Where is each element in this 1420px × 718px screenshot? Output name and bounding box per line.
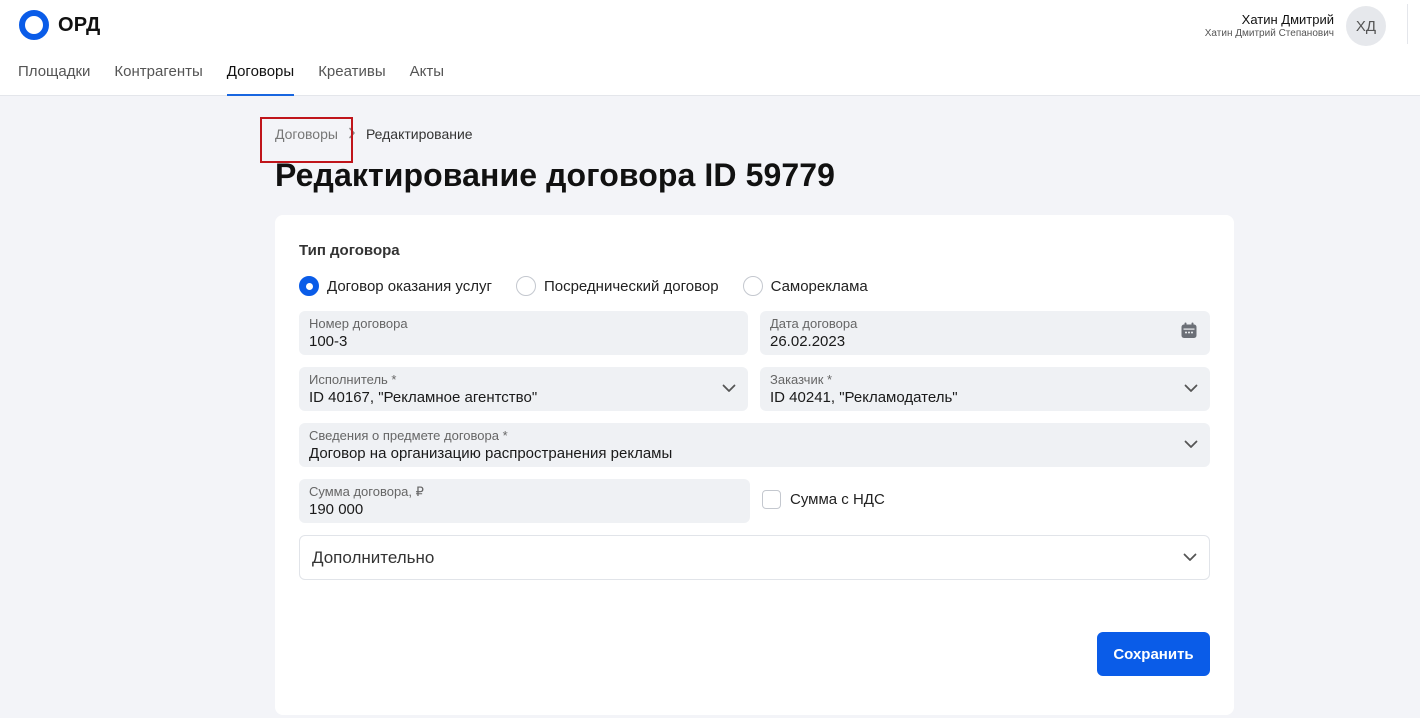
- checkbox-label: Сумма с НДС: [790, 491, 885, 508]
- field-label: Исполнитель *: [309, 372, 397, 387]
- main-nav: Площадки Контрагенты Договоры Креативы А…: [18, 63, 444, 96]
- nav-item-acts[interactable]: Акты: [410, 63, 444, 96]
- vat-checkbox[interactable]: Сумма с НДС: [762, 490, 885, 509]
- logo-text: ОРД: [58, 13, 101, 36]
- contract-form-card: Тип договора Договор оказания услуг Поср…: [275, 215, 1234, 715]
- breadcrumb-current: Редактирование: [365, 126, 473, 142]
- contract-subject-select[interactable]: Сведения о предмете договора * Договор н…: [299, 423, 1210, 467]
- radio-service-contract[interactable]: Договор оказания услуг: [299, 276, 492, 296]
- radio-selected-indicator: [299, 276, 319, 296]
- chevron-down-icon: [722, 380, 736, 398]
- radio-indicator: [742, 276, 763, 296]
- nav-item-contracts[interactable]: Договоры: [226, 63, 295, 96]
- field-label: Сведения о предмете договора *: [309, 428, 508, 443]
- field-value: Договор на организацию распространения р…: [309, 445, 673, 462]
- chevron-down-icon: [1183, 549, 1197, 567]
- top-bar: ОРД Хатин Дмитрий Хатин Дмитрий Степанов…: [0, 0, 1420, 96]
- field-value: 190 000: [309, 501, 364, 518]
- breadcrumb: Договоры Редактирование: [260, 117, 473, 163]
- nav-item-creatives[interactable]: Креативы: [318, 63, 385, 96]
- contract-amount-field[interactable]: Сумма договора, ₽ 190 000: [299, 479, 750, 523]
- radio-agency-contract[interactable]: Посреднический договор: [515, 276, 719, 296]
- page-title: Редактирование договора ID 59779: [275, 157, 836, 193]
- field-value: 100-3: [309, 333, 348, 350]
- contract-type-radio-group: Договор оказания услуг Посреднический до…: [299, 276, 868, 296]
- user-full-name: Хатин Дмитрий Степанович: [1204, 28, 1334, 39]
- additional-section-label: Дополнительно: [312, 547, 435, 567]
- app-logo[interactable]: ОРД: [19, 10, 101, 40]
- user-names: Хатин Дмитрий Хатин Дмитрий Степанович: [1205, 12, 1334, 40]
- field-value: ID 40241, "Рекламодатель": [770, 389, 958, 406]
- radio-label: Договор оказания услуг: [327, 277, 492, 295]
- customer-select[interactable]: Заказчик * ID 40241, "Рекламодатель": [760, 367, 1210, 411]
- field-value: 26.02.2023: [770, 333, 846, 350]
- chevron-down-icon: [1184, 380, 1198, 398]
- contract-number-field[interactable]: Номер договора 100-3: [299, 311, 748, 355]
- avatar[interactable]: ХД: [1346, 6, 1386, 46]
- nav-item-counterparties[interactable]: Контрагенты: [114, 63, 202, 96]
- additional-section-toggle[interactable]: Дополнительно: [299, 535, 1210, 580]
- executor-select[interactable]: Исполнитель * ID 40167, "Рекламное агент…: [299, 367, 748, 411]
- breadcrumb-link-contracts[interactable]: Договоры: [260, 117, 353, 163]
- save-button[interactable]: Сохранить: [1097, 632, 1210, 676]
- field-value: ID 40167, "Рекламное агентство": [309, 389, 538, 406]
- radio-self-advertising[interactable]: Самореклама: [742, 276, 868, 296]
- chevron-down-icon: [1184, 436, 1198, 454]
- checkbox-box: [762, 490, 781, 509]
- calendar-icon[interactable]: [1180, 322, 1198, 345]
- divider: [1407, 4, 1408, 44]
- contract-date-field[interactable]: Дата договора 26.02.2023: [760, 311, 1210, 355]
- user-name: Хатин Дмитрий: [1241, 12, 1334, 27]
- logo-ring-icon: [19, 10, 49, 40]
- radio-label: Посреднический договор: [543, 277, 719, 295]
- field-label: Заказчик *: [770, 372, 833, 387]
- contract-type-title: Тип договора: [299, 242, 400, 259]
- field-label: Номер договора: [309, 316, 408, 331]
- field-label: Дата договора: [770, 316, 858, 331]
- nav-item-platforms[interactable]: Площадки: [18, 63, 90, 96]
- radio-label: Самореклама: [770, 277, 868, 295]
- user-menu[interactable]: Хатин Дмитрий Хатин Дмитрий Степанович Х…: [1205, 6, 1386, 46]
- radio-indicator: [515, 276, 536, 296]
- field-label: Сумма договора, ₽: [309, 484, 424, 499]
